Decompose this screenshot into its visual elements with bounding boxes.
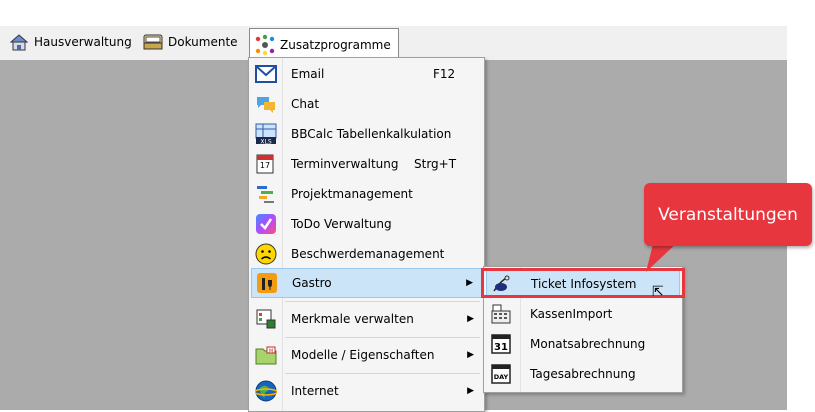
menu-item-gastro-label: Gastro [292, 276, 332, 290]
calendar-icon: 17 [254, 152, 278, 176]
todo-icon [254, 212, 278, 236]
menu-item-terminverwaltung[interactable]: 17 Terminverwaltung Strg+T [251, 150, 482, 178]
menu-separator [285, 301, 480, 302]
menu-item-chat-label: Chat [291, 97, 320, 111]
submenu-item-tagesabrechnung-label: Tagesabrechnung [530, 367, 636, 381]
svg-text:DAY: DAY [494, 373, 509, 381]
gears-icon [254, 34, 276, 56]
menu-dokumente-label: Dokumente [168, 35, 238, 49]
menu-item-gastro[interactable]: Gastro ▶ [251, 268, 482, 298]
menu-item-internet[interactable]: Internet ▶ [251, 377, 482, 405]
menu-item-merkmale-label: Merkmale verwalten [291, 312, 414, 326]
menu-item-merkmale[interactable]: Merkmale verwalten ▶ [251, 305, 482, 333]
menu-item-chat[interactable]: Chat [251, 90, 482, 118]
gastro-icon [255, 271, 279, 295]
menu-zusatzprogramme[interactable]: Zusatzprogramme [249, 28, 399, 60]
menu-item-email-shortcut: F12 [433, 67, 456, 81]
menu-zusatzprogramme-label: Zusatzprogramme [280, 37, 391, 52]
menu-item-email-label: Email [291, 67, 325, 81]
annotation-callout: Veranstaltungen [644, 183, 812, 246]
svg-text:M: M [269, 348, 273, 354]
menu-item-projektmanagement-label: Projektmanagement [291, 187, 413, 201]
submenu-arrow-icon: ▶ [467, 350, 474, 360]
menu-item-email[interactable]: Email F12 [251, 60, 482, 88]
complaint-face-icon [254, 242, 278, 266]
menu-separator [285, 373, 480, 374]
zusatzprogramme-menu: Email F12 Chat XLS BBCalc Tabellenkalkul… [248, 57, 485, 412]
menu-item-todo[interactable]: ToDo Verwaltung [251, 210, 482, 238]
svg-text:17: 17 [260, 161, 270, 170]
submenu-arrow-icon: ▶ [466, 278, 473, 288]
spreadsheet-icon: XLS [254, 122, 278, 146]
globe-icon [254, 379, 278, 403]
mouse-cursor-icon: ⇱ [652, 284, 664, 300]
menu-dokumente[interactable]: Dokumente [138, 28, 242, 56]
svg-text:31: 31 [494, 342, 508, 353]
menu-item-terminverwaltung-shortcut: Strg+T [414, 157, 457, 171]
document-tray-icon [142, 31, 164, 53]
menu-bar: Hausverwaltung Dokumente Zusatzprogramme [0, 26, 787, 61]
menu-item-modelle-label: Modelle / Eigenschaften [291, 348, 435, 362]
email-icon [254, 62, 278, 86]
features-icon [254, 307, 278, 331]
menu-item-projektmanagement[interactable]: Projektmanagement [251, 180, 482, 208]
menu-separator [285, 337, 480, 338]
submenu-arrow-icon: ▶ [467, 314, 474, 324]
menu-item-modelle[interactable]: M Modelle / Eigenschaften ▶ [251, 341, 482, 369]
house-icon [8, 31, 30, 53]
callout-pointer [646, 240, 680, 272]
menu-item-bbcalc[interactable]: XLS BBCalc Tabellenkalkulation [251, 120, 482, 148]
project-icon [254, 182, 278, 206]
menu-item-bbcalc-label: BBCalc Tabellenkalkulation [291, 127, 452, 141]
svg-text:XLS: XLS [260, 139, 271, 146]
calendar-31-icon: 31 [489, 332, 513, 356]
menu-item-todo-label: ToDo Verwaltung [291, 217, 392, 231]
menu-hausverwaltung-label: Hausverwaltung [34, 35, 132, 49]
menu-item-terminverwaltung-label: Terminverwaltung [291, 157, 399, 171]
menu-hausverwaltung[interactable]: Hausverwaltung [4, 28, 136, 56]
menu-item-beschwerdemanagement[interactable]: Beschwerdemanagement [251, 240, 482, 268]
menu-item-beschwerdemanagement-label: Beschwerdemanagement [291, 247, 445, 261]
submenu-item-kassenimport-label: KassenImport [530, 307, 613, 321]
models-folder-icon: M [254, 343, 278, 367]
chat-icon [254, 92, 278, 116]
cash-register-icon [489, 302, 513, 326]
submenu-item-monatsabrechnung[interactable]: 31 Monatsabrechnung [486, 330, 680, 358]
day-calendar-icon: DAY [489, 362, 513, 386]
submenu-item-kassenimport[interactable]: KassenImport [486, 300, 680, 328]
submenu-item-monatsabrechnung-label: Monatsabrechnung [530, 337, 646, 351]
submenu-arrow-icon: ▶ [467, 386, 474, 396]
menu-item-internet-label: Internet [291, 384, 339, 398]
submenu-item-tagesabrechnung[interactable]: DAY Tagesabrechnung [486, 360, 680, 388]
